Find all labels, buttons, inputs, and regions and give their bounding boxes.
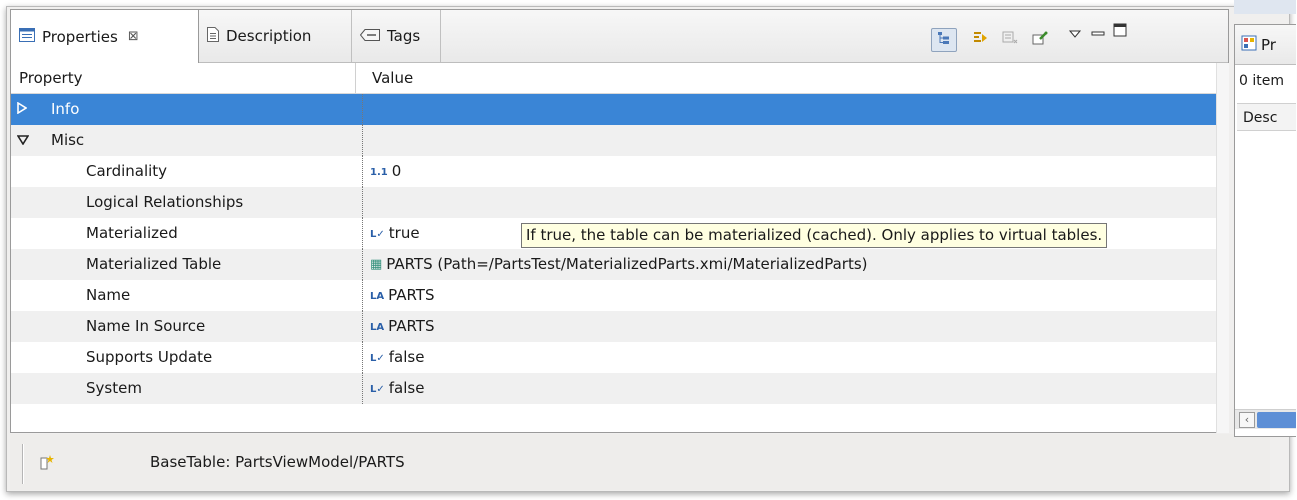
horizontal-scrollbar[interactable]: ‹ [1235,409,1296,429]
vertical-scrollbar[interactable] [1216,63,1229,433]
properties-icon [19,27,35,46]
status-separator [22,444,24,484]
property-value: false [388,348,425,366]
properties-view: Properties ⊠ Description Tags Property V… [10,9,1229,433]
side-view-topbar [1234,0,1296,14]
table-row[interactable]: Name LA PARTS [11,280,1216,311]
table-icon: ▦ [370,257,383,272]
column-header-value[interactable]: Value [364,63,1216,93]
property-value: true [388,224,420,242]
string-type-icon: LA [370,291,385,302]
side-view: Pr 0 item Desc ‹ [1234,24,1296,437]
side-view-tab-label: Pr [1261,35,1276,54]
base-table-icon [40,454,54,474]
property-value: PARTS [388,286,435,304]
tab-tags[interactable]: Tags [352,10,441,62]
maximize-icon [1113,23,1127,41]
property-value: false [388,379,425,397]
property-name: Logical Relationships [86,193,244,211]
problems-icon [1241,35,1257,55]
close-icon[interactable]: ⊠ [128,29,139,44]
tab-tags-label: Tags [387,27,421,45]
boolean-type-icon: L✓ [370,384,385,395]
tab-properties-label: Properties [42,27,118,46]
property-value: PARTS (Path=/PartsTest/MaterializedParts… [386,255,868,273]
properties-table: Property Value Info Misc Cardinality 1.1… [11,63,1216,433]
show-advanced-button[interactable] [967,28,993,52]
tab-properties[interactable]: Properties ⊠ [11,10,199,63]
property-name: Cardinality [86,162,168,180]
table-row[interactable]: Name In Source LA PARTS [11,311,1216,342]
restore-icon [1002,31,1018,49]
tree-icon [937,31,951,49]
pin-icon [1032,31,1048,49]
boolean-type-icon: L✓ [370,353,385,364]
integer-type-icon: 1.1 [370,167,388,178]
restore-default-button[interactable] [997,28,1023,52]
filter-icon [972,30,988,50]
property-value: PARTS [388,317,435,335]
tab-description[interactable]: Description [199,10,352,62]
tooltip: If true, the table can be materialized (… [521,223,1108,248]
pin-button[interactable] [1027,28,1053,52]
table-row[interactable]: Info [11,94,1216,125]
minimize-icon [1091,23,1105,41]
column-header-property[interactable]: Property [11,63,356,93]
table-row[interactable]: Logical Relationships [11,187,1216,218]
table-row[interactable]: Cardinality 1.1 0 [11,156,1216,187]
table-header: Property Value [11,63,1216,94]
show-categories-button[interactable] [931,28,957,52]
table-row[interactable]: Misc [11,125,1216,156]
category-label: Misc [51,131,85,149]
document-icon [207,26,219,46]
property-value: 0 [391,162,402,180]
item-count: 0 item [1239,73,1284,89]
tab-bar: Properties ⊠ Description Tags [11,10,1228,63]
status-bar: BaseTable: PartsViewModel/PARTS [10,434,1270,490]
scrollbar-thumb[interactable] [1257,412,1296,428]
property-name: System [86,379,142,397]
column-header-description[interactable]: Desc [1237,103,1296,131]
boolean-type-icon: L✓ [370,229,385,240]
property-name: Materialized Table [86,255,222,273]
table-row[interactable]: Materialized Table ▦ PARTS (Path=/PartsTe… [11,249,1216,280]
side-view-tab[interactable]: Pr [1235,25,1296,65]
collapse-arrow-icon[interactable] [16,125,30,156]
table-row[interactable]: Supports Update L✓ false [11,342,1216,373]
chevron-down-icon [1068,27,1082,41]
property-value[interactable] [364,187,1216,218]
string-type-icon: LA [370,322,385,333]
property-name: Name [86,286,131,304]
table-row[interactable]: System L✓ false [11,373,1216,404]
category-label: Info [51,100,80,118]
scroll-left-icon[interactable]: ‹ [1239,412,1255,428]
status-text: BaseTable: PartsViewModel/PARTS [150,453,405,471]
tab-description-label: Description [226,27,312,45]
value-cell[interactable] [364,125,1216,156]
tag-icon [359,27,380,45]
property-name: Supports Update [86,348,213,366]
property-name: Name In Source [86,317,206,335]
expand-arrow-icon[interactable] [17,94,28,125]
maximize-button[interactable] [1107,20,1133,44]
property-name: Materialized [86,224,178,242]
value-cell[interactable] [364,94,1216,125]
